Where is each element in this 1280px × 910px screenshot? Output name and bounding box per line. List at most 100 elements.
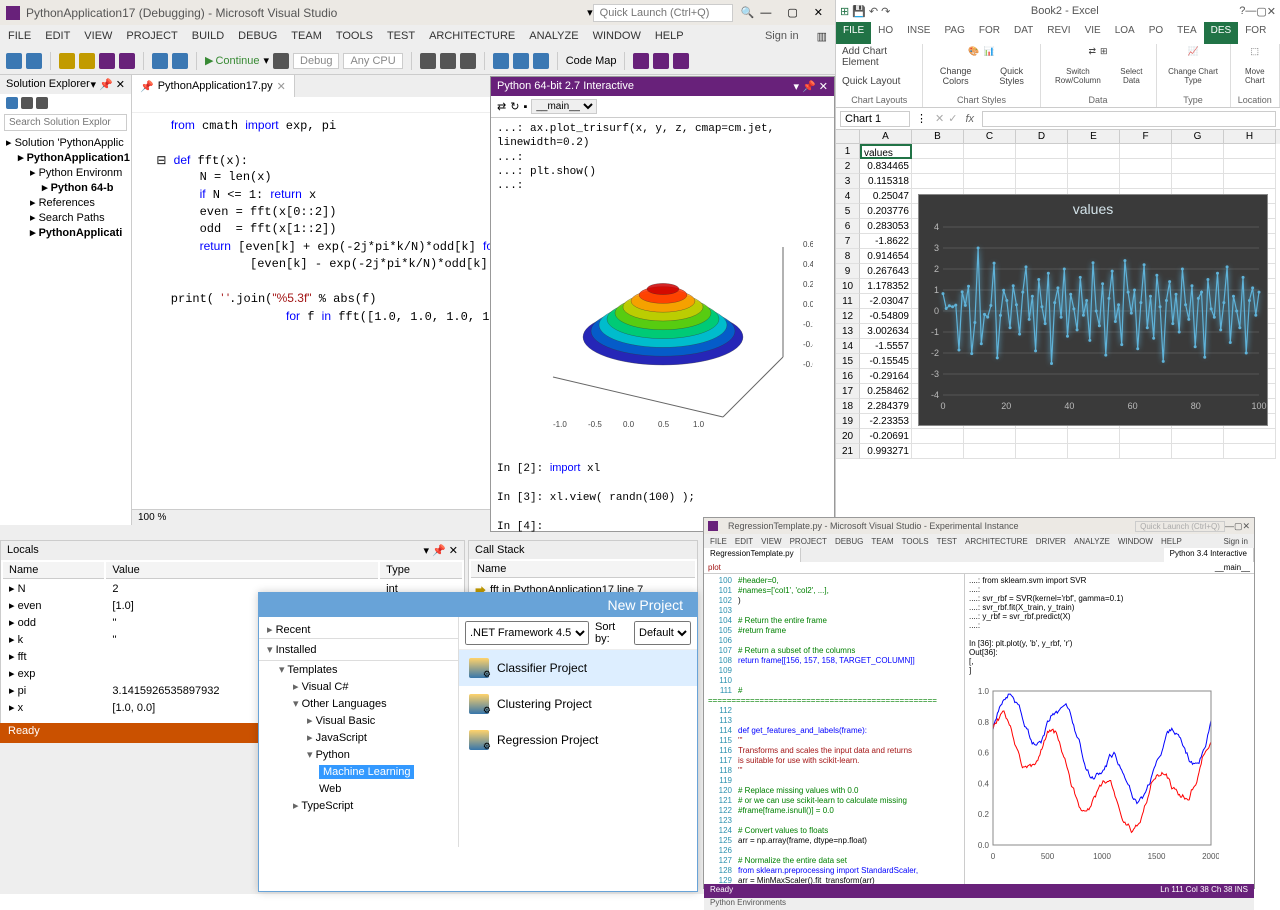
ribbon-tab[interactable]: TEA <box>1170 22 1203 44</box>
ribbon-tab[interactable]: VIE <box>1078 22 1108 44</box>
grid-row[interactable]: 20-0.20691 <box>836 429 1280 444</box>
continue-button[interactable]: Continue <box>205 54 260 67</box>
framework-select[interactable]: .NET Framework 4.5 <box>465 621 589 645</box>
codemap-button[interactable]: Code Map <box>566 55 617 67</box>
int-tool-icon[interactable]: ⇄ <box>497 100 506 113</box>
open-icon[interactable] <box>79 53 95 69</box>
vs2-close[interactable]: ✕ <box>1242 521 1250 532</box>
xl-undo-icon[interactable]: ↶ <box>869 5 878 18</box>
close-button[interactable]: ✕ <box>808 4 829 21</box>
vs2-menu-item[interactable]: FILE <box>710 537 727 546</box>
grid-row[interactable]: 1values <box>836 144 1280 159</box>
template-regression[interactable]: Regression Project <box>459 722 697 758</box>
vs2-menu-item[interactable]: DEBUG <box>835 537 863 546</box>
collapse-icon[interactable] <box>36 97 48 109</box>
vs2-bottom-tab[interactable]: Python Environments <box>704 898 1254 910</box>
menu-window[interactable]: WINDOW <box>593 30 641 42</box>
tool-icon-1[interactable] <box>633 53 649 69</box>
refresh-se-icon[interactable] <box>21 97 33 109</box>
cs-col[interactable]: Name <box>471 561 695 578</box>
ribbon-tab[interactable]: PO <box>1142 22 1170 44</box>
accept-fx-icon[interactable]: ✓ <box>948 112 957 125</box>
change-colors-icon[interactable]: 🎨 <box>968 46 979 57</box>
switch-row-icon[interactable]: ⇄ <box>1088 46 1096 57</box>
name-box[interactable] <box>840 111 910 127</box>
lang-csharp[interactable]: Visual C# <box>259 678 458 695</box>
menu-test[interactable]: TEST <box>387 30 415 42</box>
menu-analyze[interactable]: ANALYZE <box>529 30 578 42</box>
ribbon-tab[interactable]: LOA <box>1108 22 1142 44</box>
ribbon-tab[interactable]: DES <box>1204 22 1239 44</box>
lang-vb[interactable]: Visual Basic <box>259 712 458 729</box>
refresh-icon[interactable] <box>273 53 289 69</box>
grid-row[interactable]: 20.834465 <box>836 159 1280 174</box>
menu-build[interactable]: BUILD <box>192 30 224 42</box>
col-value[interactable]: Value <box>106 562 378 579</box>
tool-icon-2[interactable] <box>653 53 669 69</box>
se-item[interactable]: ▸ Solution 'PythonApplic <box>0 135 131 150</box>
pause-icon[interactable] <box>420 53 436 69</box>
se-item[interactable]: ▸ Python 64-b <box>0 180 131 195</box>
se-item[interactable]: ▸ Python Environm <box>0 165 131 180</box>
col-header[interactable]: D <box>1016 130 1068 144</box>
col-header[interactable]: H <box>1224 130 1276 144</box>
col-header[interactable]: G <box>1172 130 1224 144</box>
zoom-level[interactable]: 100 % <box>138 512 166 523</box>
tab-close-icon[interactable]: ✕ <box>277 80 286 93</box>
menu-edit[interactable]: EDIT <box>45 30 70 42</box>
sign-in-link[interactable]: Sign in <box>765 30 799 42</box>
tab-pin-icon[interactable]: 📌 <box>140 80 154 93</box>
col-header[interactable] <box>836 130 860 144</box>
menu-tools[interactable]: TOOLS <box>336 30 373 42</box>
ribbon-tab[interactable]: REVI <box>1040 22 1077 44</box>
vs2-min[interactable]: — <box>1225 521 1234 531</box>
xl-min-icon[interactable]: — <box>1245 5 1256 17</box>
menu-team[interactable]: TEAM <box>291 30 322 42</box>
menu-project[interactable]: PROJECT <box>126 30 177 42</box>
config-select[interactable]: Debug <box>293 53 339 69</box>
back-icon[interactable] <box>6 53 22 69</box>
int-reset-icon[interactable]: ↻ <box>510 100 519 113</box>
vs2-menu-item[interactable]: PROJECT <box>790 537 827 546</box>
vs2-quicklaunch[interactable]: Quick Launch (Ctrl+Q) <box>1135 521 1225 532</box>
ribbon-tab[interactable]: HO <box>871 22 900 44</box>
xl-max-icon[interactable]: ▢ <box>1256 5 1266 18</box>
xl-redo-icon[interactable]: ↷ <box>881 5 890 18</box>
platform-select[interactable]: Any CPU <box>343 53 402 69</box>
save-all-icon[interactable] <box>119 53 135 69</box>
interactive-output[interactable]: ...: ax.plot_trisurf(x, y, z, cmap=cm.je… <box>491 118 834 538</box>
ribbon-tab[interactable]: PAG <box>937 22 971 44</box>
vs2-menu-item[interactable]: ANALYZE <box>1074 537 1110 546</box>
editor-tab[interactable]: 📌 PythonApplication17.py ✕ <box>132 75 295 97</box>
menu-debug[interactable]: DEBUG <box>238 30 277 42</box>
locals-controls[interactable]: ▾ 📌 ✕ <box>423 544 458 557</box>
home-icon[interactable] <box>6 97 18 109</box>
lang-python[interactable]: Python <box>259 746 458 763</box>
lang-other[interactable]: Other Languages <box>259 695 458 712</box>
panel-pin-icon[interactable]: ▾ 📌 ✕ <box>90 78 125 91</box>
col-header[interactable]: E <box>1068 130 1120 144</box>
vs2-menu-item[interactable]: TEST <box>937 537 957 546</box>
step-into-icon[interactable] <box>493 53 509 69</box>
ribbon-tab[interactable]: FOR <box>1238 22 1273 44</box>
vs2-nav-fn[interactable]: plot <box>708 563 721 572</box>
col-header[interactable]: F <box>1120 130 1172 144</box>
solution-tree[interactable]: ▸ Solution 'PythonApplic ▸ PythonApplicat… <box>0 133 131 242</box>
recent-node[interactable]: Recent <box>259 621 458 638</box>
restart-icon[interactable] <box>460 53 476 69</box>
step-over-icon[interactable] <box>513 53 529 69</box>
maximize-button[interactable]: ▢ <box>781 4 803 21</box>
vs2-menu-item[interactable]: TEAM <box>871 537 893 546</box>
lang-web[interactable]: Web <box>259 781 458 797</box>
menu-architecture[interactable]: ARCHITECTURE <box>429 30 515 42</box>
vs2-menu-item[interactable]: HELP <box>1161 537 1182 546</box>
templates-node[interactable]: Templates <box>259 661 458 678</box>
search-icon[interactable]: 🔍 <box>741 6 755 19</box>
se-item[interactable]: ▸ PythonApplicati <box>0 225 131 240</box>
lang-ts[interactable]: TypeScript <box>259 797 458 814</box>
column-headers[interactable]: ABCDEFGH <box>836 130 1280 144</box>
se-search-input[interactable] <box>4 114 127 131</box>
scope-select[interactable]: __main__ <box>531 99 597 114</box>
undo-icon[interactable] <box>152 53 168 69</box>
ribbon-tab[interactable]: INSE <box>900 22 937 44</box>
